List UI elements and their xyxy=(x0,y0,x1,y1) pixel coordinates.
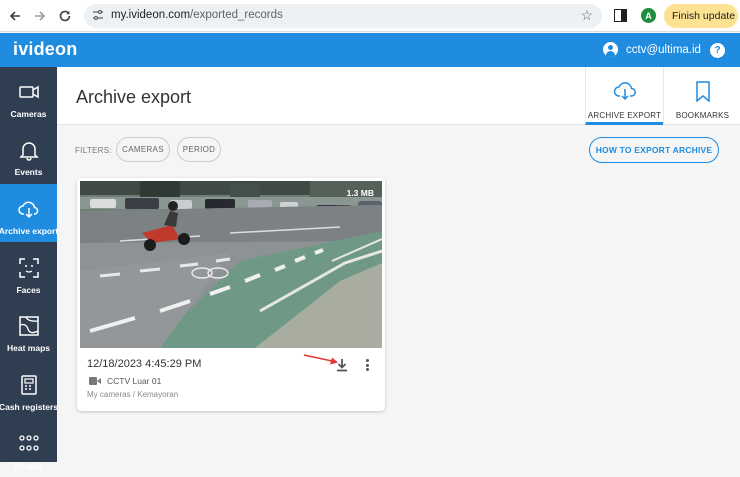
camera-icon xyxy=(18,85,39,99)
sidebar-label: Events xyxy=(14,167,43,177)
url-text: my.ivideon.com/exported_records xyxy=(111,9,283,21)
tab-label: ARCHIVE EXPORT xyxy=(587,111,662,120)
cameras-filter-chip[interactable]: CAMERAS xyxy=(116,137,170,162)
camera-path: My cameras / Kemayoran xyxy=(87,390,179,399)
ivideon-logo[interactable]: ivideon xyxy=(13,39,77,60)
sidebar-label: Archive export xyxy=(0,226,59,236)
record-timestamp: 12/18/2023 4:45:29 PM xyxy=(87,358,202,370)
period-filter-chip[interactable]: PERIOD xyxy=(177,137,221,162)
profile-avatar[interactable]: A xyxy=(641,8,656,23)
page-header: Archive export ARCHIVE EXPORT BOOKMARKS xyxy=(57,67,740,125)
annotation-arrow-icon xyxy=(303,354,338,365)
cloud-download-icon xyxy=(17,201,38,219)
video-camera-icon xyxy=(89,377,101,385)
cloud-download-icon xyxy=(613,82,636,101)
side-panel-icon[interactable] xyxy=(614,9,627,22)
forward-icon[interactable] xyxy=(30,6,50,26)
file-size-badge: 1.3 MB xyxy=(346,188,374,198)
people-icon xyxy=(18,435,39,451)
face-frame-icon xyxy=(18,258,39,278)
tab-bookmarks[interactable]: BOOKMARKS xyxy=(663,67,740,125)
record-card[interactable]: 1.3 MB 12/18/2023 4:45:29 PM CCTV Luar 0… xyxy=(77,178,385,411)
sidebar-item-faces[interactable]: Faces xyxy=(0,243,57,301)
sidebar-item-cameras[interactable]: Cameras xyxy=(0,67,57,125)
sidebar-item-cash-registers[interactable]: Cash registers xyxy=(0,360,59,418)
url-path: /exported_records xyxy=(190,9,283,21)
sidebar-item-events[interactable]: Events xyxy=(0,125,57,183)
sidebar-label: People xyxy=(14,461,43,471)
address-bar[interactable]: my.ivideon.com/exported_records ☆ xyxy=(84,4,602,28)
reload-icon[interactable] xyxy=(55,6,75,26)
video-thumbnail[interactable]: 1.3 MB xyxy=(80,181,382,348)
bookmark-star-icon[interactable]: ☆ xyxy=(580,7,593,24)
heatmap-icon xyxy=(18,316,39,336)
sidebar-item-archive-export[interactable]: Archive export xyxy=(0,184,59,242)
sidebar-label: Cameras xyxy=(10,109,47,119)
user-email: cctv@ultima.id xyxy=(626,43,701,56)
filters-label: FILTERS: xyxy=(75,146,112,155)
url-host: my.ivideon.com xyxy=(111,9,191,21)
user-menu[interactable]: cctv@ultima.id xyxy=(603,42,701,57)
tab-label: BOOKMARKS xyxy=(675,111,730,120)
sidebar: Cameras Events Archive export Faces Heat… xyxy=(0,67,59,471)
back-icon[interactable] xyxy=(5,6,25,26)
more-options-icon[interactable] xyxy=(364,358,370,372)
page-title: Archive export xyxy=(76,87,192,107)
camera-row: CCTV Luar 01 xyxy=(89,376,161,386)
camera-name: CCTV Luar 01 xyxy=(107,376,162,386)
sidebar-label: Faces xyxy=(16,285,41,295)
finish-update-button[interactable]: Finish update xyxy=(664,4,738,28)
how-to-export-button[interactable]: HOW TO EXPORT ARCHIVE xyxy=(589,137,719,163)
bell-icon xyxy=(18,142,39,161)
user-icon xyxy=(603,42,618,57)
sidebar-label: Heat maps xyxy=(7,343,50,353)
sidebar-item-heat-maps[interactable]: Heat maps xyxy=(0,301,57,359)
app-header: ivideon cctv@ultima.id ? xyxy=(0,33,740,67)
tab-archive-export[interactable]: ARCHIVE EXPORT xyxy=(585,67,663,125)
cash-register-icon xyxy=(20,375,37,395)
sidebar-item-people[interactable]: People xyxy=(0,419,57,477)
bookmark-icon xyxy=(695,81,710,102)
site-settings-icon[interactable] xyxy=(92,9,104,22)
thumbnail-image xyxy=(80,181,382,348)
sidebar-label: Cash registers xyxy=(0,402,59,412)
browser-toolbar: my.ivideon.com/exported_records ☆ A Fini… xyxy=(0,0,740,32)
help-icon[interactable]: ? xyxy=(710,43,725,58)
